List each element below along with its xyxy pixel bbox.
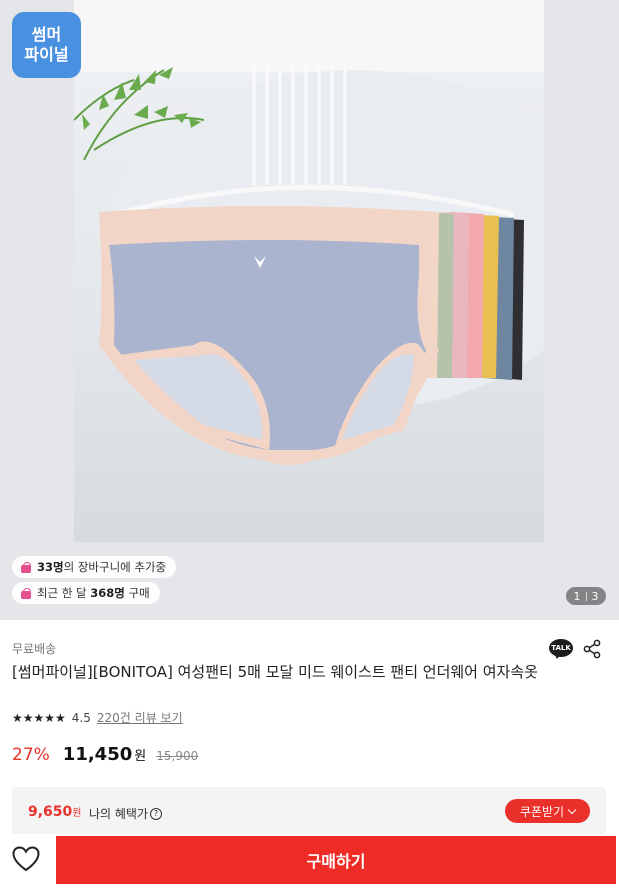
benefit-price: 9,650원 — [28, 804, 82, 820]
wishlist-heart-button[interactable] — [10, 844, 42, 874]
original-price: 15,900 — [156, 749, 199, 763]
product-image-gallery[interactable]: 썸머 파이널 33명 의 장바구니에 추가중 최근 한 달 368명 구매 1 … — [0, 0, 619, 620]
seller-logo-line1: 썸머 — [31, 25, 62, 44]
current-page: 1 — [573, 589, 581, 603]
star-rating-icon: ★★★★★ — [12, 710, 66, 725]
share-icon[interactable] — [583, 639, 601, 659]
shopping-bag-icon — [21, 561, 31, 573]
free-shipping-label: 무료배송 — [12, 642, 57, 656]
talk-chat-icon[interactable]: TALK — [549, 639, 573, 659]
rating-row: ★★★★★ 4.5 220건 리뷰 보기 — [12, 709, 183, 726]
total-pages: 3 — [591, 589, 599, 603]
review-link[interactable]: 220건 리뷰 보기 — [97, 709, 183, 726]
help-icon[interactable]: ? — [150, 807, 163, 820]
image-page-counter: 1 3 — [566, 587, 606, 605]
chevron-down-icon — [567, 805, 577, 814]
product-title: [썸머파이널][BONITOA] 여성팬티 5매 모달 미드 웨이스트 팬티 언… — [12, 663, 538, 681]
purchase-prefix: 최근 한 달 — [37, 586, 91, 600]
benefit-label-text: 나의 혜택가 — [89, 807, 149, 821]
cart-activity-badge: 33명 의 장바구니에 추가중 — [12, 556, 177, 578]
purchase-activity-badge: 최근 한 달 368명 구매 — [12, 582, 160, 604]
purchase-suffix: 구매 — [124, 586, 150, 600]
benefit-label: 나의 혜택가 ? — [89, 805, 163, 822]
currency-unit: 원 — [134, 749, 147, 764]
buy-now-button[interactable]: 구매하기 — [56, 836, 616, 884]
heart-icon — [12, 846, 40, 872]
benefit-currency: 원 — [72, 808, 82, 819]
shopping-bag-icon — [21, 587, 31, 599]
seller-logo-line2: 파이널 — [24, 45, 69, 64]
cart-activity-text: 의 장바구니에 추가중 — [63, 560, 167, 574]
cart-count: 33명 — [37, 560, 64, 574]
seller-logo: 썸머 파이널 — [12, 12, 81, 78]
product-photo — [74, 0, 544, 542]
discount-rate: 27% — [12, 745, 50, 765]
bottom-action-bar: 구매하기 — [0, 834, 619, 892]
benefit-price-value: 9,650 — [28, 804, 73, 820]
price-row: 27% 11,450 원 15,900 — [12, 744, 198, 765]
purchase-count: 368명 — [90, 586, 125, 600]
rating-value: 4.5 — [71, 710, 91, 725]
sale-price: 11,450 — [62, 744, 133, 765]
benefit-price-box: 9,650원 나의 혜택가 ? 쿠폰받기 — [12, 787, 606, 835]
get-coupon-button[interactable]: 쿠폰받기 — [505, 799, 590, 823]
coupon-button-label: 쿠폰받기 — [519, 804, 565, 819]
